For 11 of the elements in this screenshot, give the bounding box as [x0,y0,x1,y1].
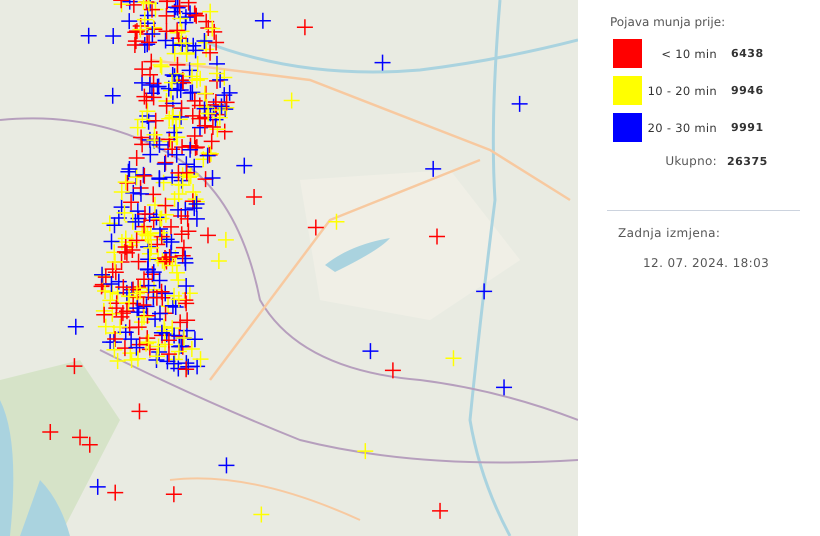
total-count: 26375 [727,154,768,168]
legend-count: 9991 [731,121,764,134]
legend-count: 9946 [731,84,764,97]
total-label: Ukupno: [664,154,717,168]
legend-count: 6438 [731,47,764,60]
legend-title: Pojava munja prije: [610,15,726,29]
legend-label: < 10 min [660,46,717,60]
legend-label: 10 - 20 min [646,84,717,98]
last-update-value: 12. 07. 2024. 18:03 [643,256,770,270]
last-update-label: Zadnja izmjena: [618,226,722,240]
legend-label: 20 - 30 min [646,120,717,134]
